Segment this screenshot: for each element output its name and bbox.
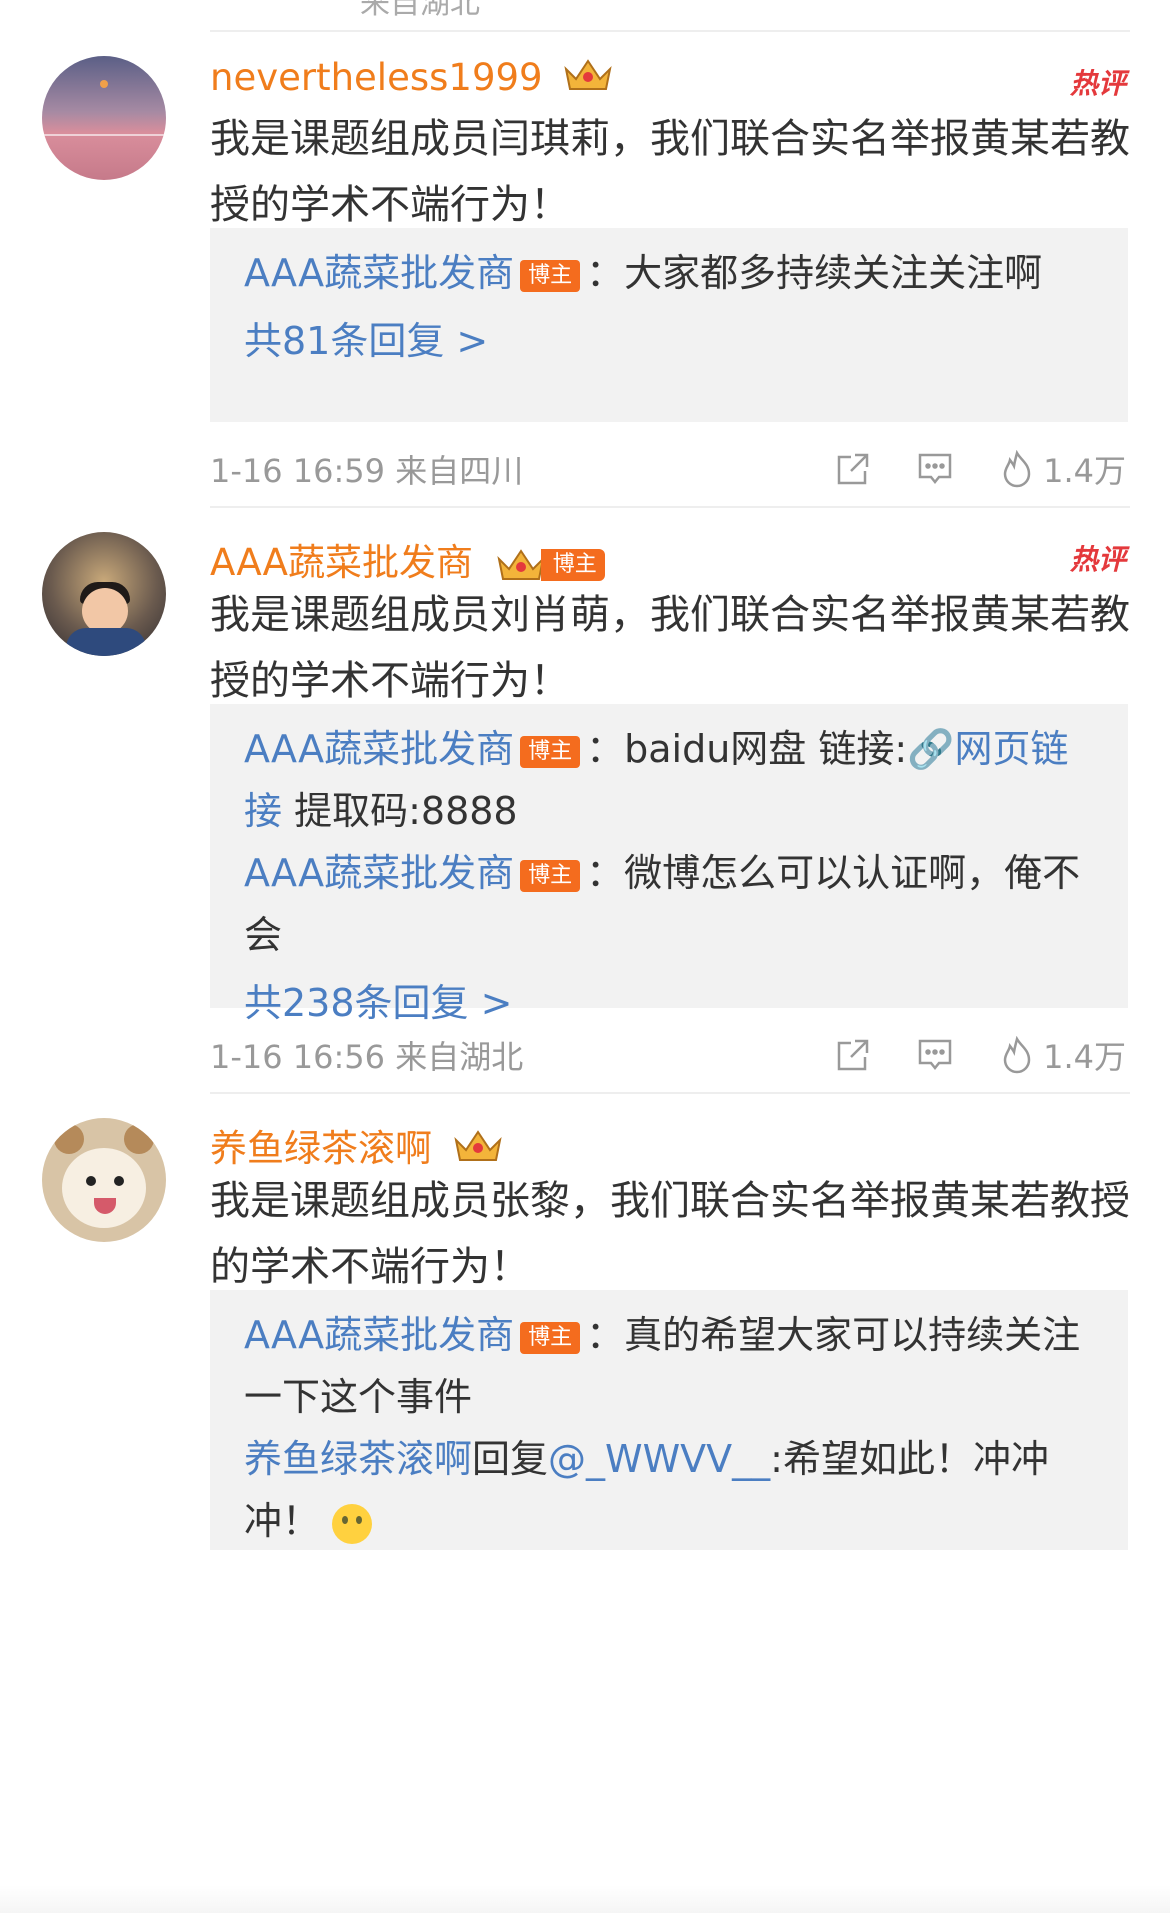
reply-text: 大家都多持续关注关注啊	[624, 251, 1043, 295]
divider	[210, 30, 1130, 32]
like-icon	[999, 450, 1035, 488]
reply-box[interactable]: AAA蔬菜批发商 博主 ：大家都多持续关注关注啊 共81条回复 >	[210, 228, 1128, 422]
mention-link[interactable]: @_WWVV__	[548, 1437, 770, 1481]
reply-sep: ：	[586, 251, 625, 295]
reply-line: AAA蔬菜批发商 博主 ：真的希望大家可以持续关注一下这个事件	[244, 1304, 1094, 1428]
blogger-crown-badge: 博主	[495, 547, 605, 583]
previous-comment-footer: 来自湖北	[210, 0, 1130, 21]
blogger-badge: 博主	[520, 859, 581, 892]
avatar[interactable]	[42, 532, 166, 656]
reply-word: 回复	[472, 1437, 549, 1481]
crown-icon	[452, 1128, 504, 1173]
reply-line: AAA蔬菜批发商 博主 ：大家都多持续关注关注啊	[244, 242, 1094, 304]
blogger-badge: 博主	[520, 735, 581, 768]
username-text[interactable]: nevertheless1999	[210, 56, 543, 99]
blogger-badge: 博主	[520, 259, 581, 292]
comment-meta: 1-16 16:56 来自湖北 1.4万	[210, 1032, 1126, 1082]
like-count: 1.4万	[1043, 452, 1126, 490]
avatar[interactable]	[42, 56, 166, 180]
reply-line: AAA蔬菜批发商 博主 ：baidu网盘 链接:🔗网页链接 提取码:8888	[244, 718, 1094, 842]
reply-sep: ：	[586, 851, 625, 895]
blogger-badge: 博主	[540, 548, 605, 581]
share-icon[interactable]	[835, 451, 871, 487]
reply-line: AAA蔬菜批发商 博主 ：微博怎么可以认证啊，俺不会	[244, 842, 1094, 966]
reply-text: baidu网盘 链接:	[624, 727, 908, 771]
previous-location-text: 来自湖北	[360, 0, 480, 21]
comment-icon[interactable]	[917, 1037, 953, 1073]
like-count: 1.4万	[1043, 1038, 1126, 1076]
divider	[210, 506, 1130, 508]
crown-icon	[562, 57, 614, 102]
emoji-icon	[332, 1503, 373, 1544]
bottom-fade	[0, 1885, 1170, 1913]
comment-meta: 1-16 16:59 来自四川 1.4万	[210, 446, 1126, 496]
reply-username[interactable]: AAA蔬菜批发商	[244, 1313, 514, 1357]
comment-time: 1-16 16:56 来自湖北	[210, 1038, 524, 1076]
like-icon	[999, 1036, 1035, 1074]
hot-comment-label: 热评	[1069, 67, 1126, 100]
like-button[interactable]: 1.4万	[999, 446, 1126, 492]
comment-time: 1-16 16:59 来自四川	[210, 452, 524, 490]
username-text[interactable]: 养鱼绿茶滚啊	[210, 1127, 432, 1170]
reply-username[interactable]: AAA蔬菜批发商	[244, 727, 514, 771]
reply-sep: ：	[586, 1313, 625, 1357]
reply-line: 养鱼绿茶滚啊回复@_WWVV__:希望如此！冲冲冲！	[244, 1428, 1094, 1552]
comment-text: 我是课题组成员刘肖萌，我们联合实名举报黄某若教授的学术不端行为！	[210, 592, 1130, 704]
reply-box[interactable]: AAA蔬菜批发商 博主 ：baidu网盘 链接:🔗网页链接 提取码:8888 AAA…	[210, 704, 1128, 1025]
comment-icon[interactable]	[917, 451, 953, 487]
crown-icon	[497, 548, 545, 580]
hot-comment-label: 热评	[1069, 543, 1126, 576]
comment-username[interactable]: AAA蔬菜批发商 博主	[210, 532, 605, 586]
like-button[interactable]: 1.4万	[999, 1032, 1126, 1078]
comment-username[interactable]: nevertheless1999	[210, 56, 614, 102]
reply-username[interactable]: 养鱼绿茶滚啊	[244, 1437, 472, 1481]
reply-username[interactable]: AAA蔬菜批发商	[244, 251, 514, 295]
divider	[210, 1092, 1130, 1094]
reply-box[interactable]: AAA蔬菜批发商 博主 ：真的希望大家可以持续关注一下这个事件 养鱼绿茶滚啊回复@_…	[210, 1290, 1128, 1550]
comment-text: 我是课题组成员闫琪莉，我们联合实名举报黄某若教授的学术不端行为！	[210, 116, 1130, 228]
more-replies-link[interactable]: 共81条回复 >	[244, 310, 1094, 372]
reply-username[interactable]: AAA蔬菜批发商	[244, 851, 514, 895]
comment-username[interactable]: 养鱼绿茶滚啊	[210, 1118, 504, 1173]
reply-text-extra: 提取码:8888	[282, 789, 518, 833]
reply-sep: ：	[586, 727, 625, 771]
avatar[interactable]	[42, 1118, 166, 1242]
more-replies-link[interactable]: 共238条回复 >	[244, 972, 1094, 1034]
blogger-badge: 博主	[520, 1321, 581, 1354]
username-text[interactable]: AAA蔬菜批发商	[210, 541, 473, 584]
share-icon[interactable]	[835, 1037, 871, 1073]
link-icon: 🔗	[907, 727, 955, 771]
comment-text: 我是课题组成员张黎，我们联合实名举报黄某若教授的学术不端行为！	[210, 1178, 1130, 1290]
